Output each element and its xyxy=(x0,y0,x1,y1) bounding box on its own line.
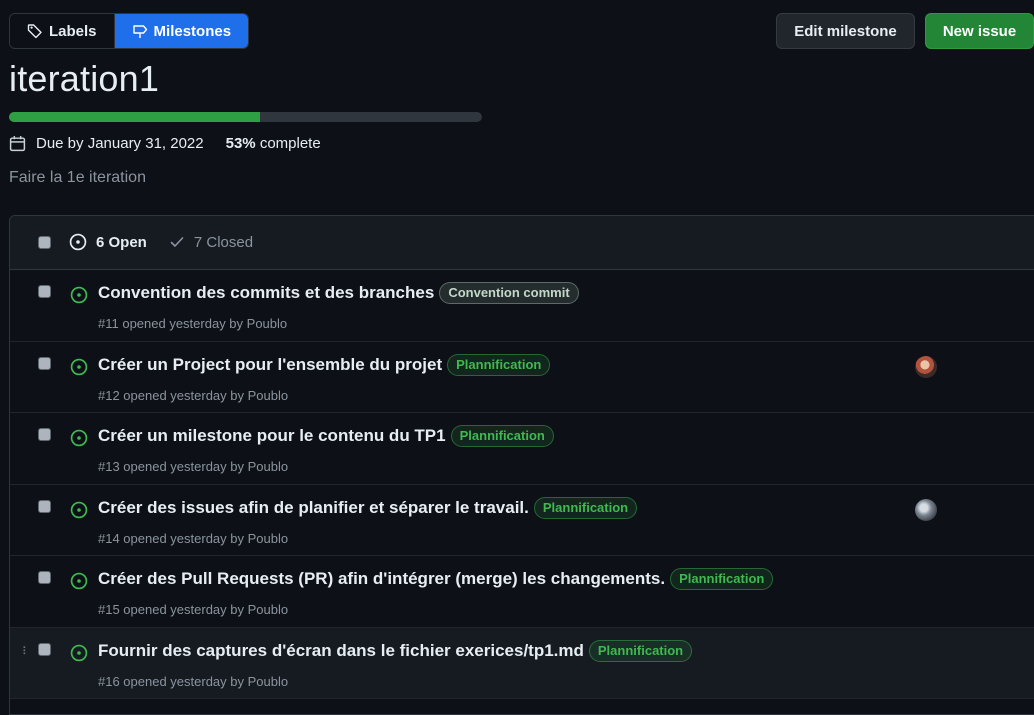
issue-opened-icon xyxy=(70,286,88,304)
issue-row[interactable]: Créer un Project pour l'ensemble du proj… xyxy=(10,342,1034,413)
new-issue-button[interactable]: New issue xyxy=(925,13,1034,49)
labels-milestones-switch: Labels Milestones xyxy=(9,13,250,49)
issue-label[interactable]: Plannification xyxy=(533,496,638,519)
issue-meta: #11 opened yesterday by Poublo xyxy=(98,316,288,331)
completion-percent: 53% xyxy=(225,135,256,152)
issue-title-link[interactable]: Créer des issues afin de planifier et sé… xyxy=(98,498,529,518)
issue-checkbox[interactable] xyxy=(38,499,51,513)
check-icon xyxy=(170,237,184,247)
milestones-tab[interactable]: Milestones xyxy=(113,14,249,48)
issue-line: Fournir des captures d'écran dans le fic… xyxy=(98,639,693,662)
issue-title-link[interactable]: Créer un Project pour l'ensemble du proj… xyxy=(98,355,442,375)
issue-opened-icon xyxy=(70,501,88,518)
issue-line: Créer des Pull Requests (PR) afin d'inté… xyxy=(98,568,774,590)
top-bar: Labels Milestones Edit milestone New iss… xyxy=(9,13,1034,49)
issue-meta: #16 opened yesterday by Poublo xyxy=(98,673,289,689)
progress-bar-fill xyxy=(9,112,260,122)
issue-label[interactable]: Convention commit xyxy=(439,282,579,304)
issue-row[interactable]: Fournir des captures d'écran dans le fic… xyxy=(10,627,1034,699)
issue-opened-icon xyxy=(69,233,87,251)
labels-tab[interactable]: Labels xyxy=(10,14,114,48)
edit-milestone-button[interactable]: Edit milestone xyxy=(776,13,915,49)
issue-row[interactable]: Créer des issues afin de planifier et sé… xyxy=(10,485,1034,556)
completion: 53% complete xyxy=(226,135,321,152)
issues-list-header: 6 Open 7 Closed xyxy=(10,216,1034,270)
open-count: 6 Open xyxy=(96,233,147,251)
issue-meta: #15 opened yesterday by Poublo xyxy=(98,602,289,617)
labels-tab-label: Labels xyxy=(49,22,97,40)
calendar-icon xyxy=(9,136,26,152)
issues-list: 6 Open 7 Closed Convention des commits e… xyxy=(9,215,1034,715)
assignee-avatar[interactable] xyxy=(915,498,937,521)
tag-icon xyxy=(27,24,42,39)
closed-count: 7 Closed xyxy=(193,233,254,251)
issue-meta: #14 opened yesterday by Poublo xyxy=(98,530,289,546)
milestone-icon xyxy=(132,25,147,38)
issue-checkbox[interactable] xyxy=(38,356,51,370)
issue-row[interactable]: Créer un milestone pour le contenu du TP… xyxy=(10,413,1034,485)
issue-opened-icon xyxy=(70,429,88,447)
issue-label[interactable]: Plannification xyxy=(588,639,693,662)
issue-label[interactable]: Plannification xyxy=(447,353,551,376)
issue-line: Créer un Project pour l'ensemble du proj… xyxy=(98,353,551,376)
issue-checkbox[interactable] xyxy=(38,285,51,298)
open-filter[interactable]: 6 Open xyxy=(69,233,147,251)
progress-bar xyxy=(9,112,482,122)
issue-row[interactable]: Créer des Pull Requests (PR) afin d'inté… xyxy=(10,556,1034,628)
milestone-title: iteration1 xyxy=(9,58,160,99)
due-date: Due by January 31, 2022 xyxy=(36,135,204,152)
closed-filter[interactable]: 7 Closed xyxy=(169,234,253,251)
drag-handle-icon[interactable]: ⠇ xyxy=(22,645,30,658)
milestone-meta: Due by January 31, 2022 53% complete xyxy=(9,135,321,152)
issue-row[interactable]: Convention des commits et des branches C… xyxy=(10,270,1034,342)
assignee-avatar[interactable] xyxy=(915,355,937,378)
issue-line: Convention des commits et des branches C… xyxy=(98,282,579,304)
issue-line: Créer des issues afin de planifier et sé… xyxy=(98,496,638,519)
issue-label[interactable]: Plannification xyxy=(670,568,774,590)
issue-checkbox[interactable] xyxy=(38,428,51,441)
state-filter: 6 Open 7 Closed xyxy=(69,233,253,251)
issue-meta: #13 opened yesterday by Poublo xyxy=(98,459,289,474)
issue-label[interactable]: Plannification xyxy=(450,425,554,447)
issue-line: Créer un milestone pour le contenu du TP… xyxy=(98,425,554,447)
completion-label: complete xyxy=(259,135,321,152)
milestone-description: Faire la 1e iteration xyxy=(9,169,146,186)
milestones-tab-label: Milestones xyxy=(153,22,232,40)
issue-meta: #12 opened yesterday by Poublo xyxy=(98,387,289,403)
issue-title-link[interactable]: Convention des commits et des branches xyxy=(98,283,434,303)
issue-opened-icon xyxy=(70,358,88,375)
issue-title-link[interactable]: Fournir des captures d'écran dans le fic… xyxy=(98,641,584,661)
issue-opened-icon xyxy=(70,644,88,661)
select-all-checkbox[interactable] xyxy=(38,236,51,249)
issue-checkbox[interactable] xyxy=(38,571,51,584)
issue-title-link[interactable]: Créer des Pull Requests (PR) afin d'inté… xyxy=(98,569,665,589)
issue-title-link[interactable]: Créer un milestone pour le contenu du TP… xyxy=(98,426,446,446)
issue-checkbox[interactable] xyxy=(38,642,51,656)
issue-opened-icon xyxy=(70,572,88,590)
